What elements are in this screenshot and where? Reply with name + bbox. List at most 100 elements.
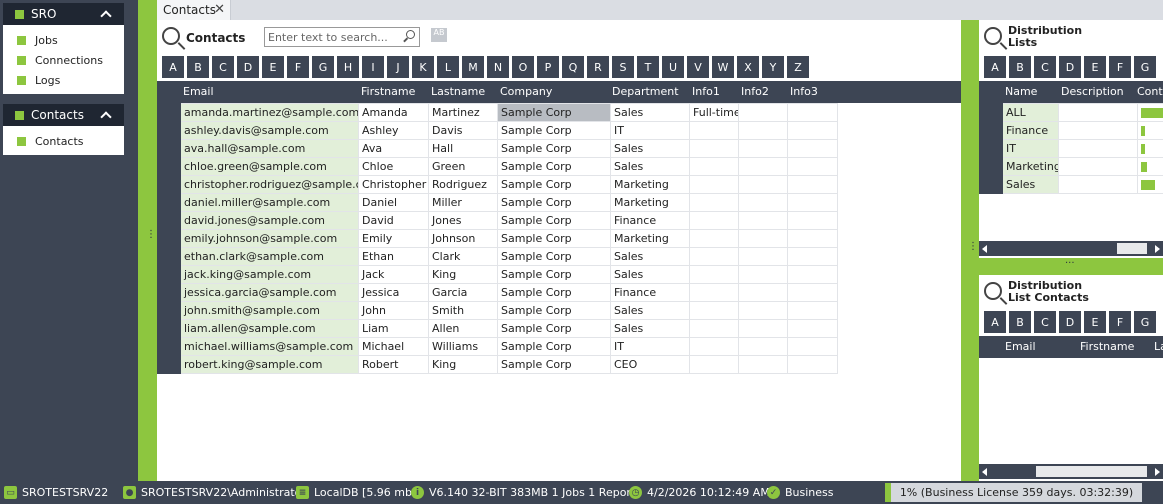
cell-firstname[interactable]: Emily (358, 229, 429, 248)
cell-email[interactable]: amanda.martinez@sample.com (180, 103, 359, 122)
cell-name[interactable]: ALL (1002, 103, 1059, 122)
right-horizontal-splitter[interactable]: ··· (979, 258, 1163, 275)
horizontal-scrollbar[interactable] (979, 241, 1163, 256)
letter-filter-d[interactable]: D (1059, 56, 1081, 78)
scroll-right-icon[interactable] (1155, 245, 1160, 253)
nav-item-jobs[interactable]: Jobs (3, 30, 124, 50)
letter-filter-f[interactable]: F (1109, 56, 1131, 78)
scrollbar-thumb[interactable] (1117, 243, 1147, 254)
cell-info2[interactable] (738, 247, 788, 266)
cell-info1[interactable] (689, 247, 739, 266)
cell-lastname[interactable]: Green (428, 157, 498, 176)
cell-name[interactable]: Finance (1002, 121, 1059, 140)
cell-lastname[interactable]: Hall (428, 139, 498, 158)
cell-department[interactable]: CEO (610, 355, 690, 374)
cell-info1[interactable] (689, 139, 739, 158)
cell-lastname[interactable]: Martinez (428, 103, 498, 122)
cell-department[interactable]: Finance (610, 211, 690, 230)
cell-firstname[interactable]: Daniel (358, 193, 429, 212)
cell-department[interactable]: Finance (610, 283, 690, 302)
column-header-description[interactable]: Description (1061, 85, 1124, 98)
cell-info1[interactable]: Full-time (689, 103, 739, 122)
horizontal-scrollbar[interactable] (979, 464, 1163, 479)
cell-department[interactable]: Sales (610, 157, 690, 176)
scroll-left-icon[interactable] (982, 468, 987, 476)
column-header-lastname[interactable]: La (1154, 340, 1163, 353)
table-row[interactable]: liam.allen@sample.com Liam Allen Sample Cor… (157, 319, 838, 338)
table-row[interactable]: ethan.clark@sample.com Ethan Clark Sample C… (157, 247, 838, 266)
table-row[interactable]: ava.hall@sample.com Ava Hall Sample Corp Sal… (157, 139, 838, 158)
letter-filter-c[interactable]: C (1034, 311, 1056, 333)
cell-firstname[interactable]: Ethan (358, 247, 429, 266)
row-header[interactable] (157, 193, 181, 212)
cell-lastname[interactable]: Jones (428, 211, 498, 230)
cell-department[interactable]: Sales (610, 319, 690, 338)
cell-description[interactable] (1058, 103, 1138, 122)
cell-department[interactable]: Sales (610, 301, 690, 320)
cell-firstname[interactable]: Ashley (358, 121, 429, 140)
cell-firstname[interactable]: Jessica (358, 283, 429, 302)
column-header-lastname[interactable]: Lastname (431, 85, 485, 98)
cell-company[interactable]: Sample Corp (497, 301, 611, 320)
close-icon[interactable]: ✕ (214, 2, 225, 17)
letter-filter-z[interactable]: Z (787, 56, 809, 78)
cell-info1[interactable] (689, 337, 739, 356)
cell-email[interactable]: christopher.rodriguez@sample.com (180, 175, 359, 194)
letter-filter-j[interactable]: J (387, 56, 409, 78)
row-header[interactable] (157, 319, 181, 338)
row-header[interactable] (979, 157, 1003, 176)
table-row[interactable]: Finance (979, 121, 1163, 140)
table-row[interactable]: amanda.martinez@sample.com Amanda Martinez… (157, 103, 838, 122)
cell-department[interactable]: IT (610, 337, 690, 356)
letter-filter-f[interactable]: F (287, 56, 309, 78)
letter-filter-c[interactable]: C (212, 56, 234, 78)
cell-info1[interactable] (689, 265, 739, 284)
table-row[interactable]: ALL (979, 103, 1163, 122)
column-header-firstname[interactable]: Firstname (361, 85, 415, 98)
cell-name[interactable]: Marketing (1002, 157, 1059, 176)
column-header-firstname[interactable]: Firstname (1080, 340, 1134, 353)
cell-company[interactable]: Sample Corp (497, 211, 611, 230)
cell-firstname[interactable]: Jack (358, 265, 429, 284)
cell-email[interactable]: david.jones@sample.com (180, 211, 359, 230)
cell-lastname[interactable]: King (428, 265, 498, 284)
cell-info1[interactable] (689, 355, 739, 374)
table-row[interactable]: daniel.miller@sample.com Daniel Miller Samp… (157, 193, 838, 212)
cell-info3[interactable] (787, 355, 838, 374)
column-header-info3[interactable]: Info3 (790, 85, 818, 98)
cell-name[interactable]: Sales (1002, 175, 1059, 194)
cell-info2[interactable] (738, 301, 788, 320)
cell-description[interactable] (1058, 157, 1138, 176)
chevron-up-icon[interactable] (100, 111, 112, 123)
cell-info2[interactable] (738, 337, 788, 356)
table-row[interactable]: Sales (979, 175, 1163, 194)
letter-filter-e[interactable]: E (262, 56, 284, 78)
row-header[interactable] (157, 355, 181, 374)
cell-company[interactable]: Sample Corp (497, 121, 611, 140)
letter-filter-u[interactable]: U (662, 56, 684, 78)
cell-department[interactable]: Sales (610, 247, 690, 266)
table-row[interactable]: chloe.green@sample.com Chloe Green Sample C… (157, 157, 838, 176)
row-header[interactable] (157, 211, 181, 230)
letter-filter-g[interactable]: G (1134, 56, 1156, 78)
cell-info3[interactable] (787, 139, 838, 158)
nav-item-connections[interactable]: Connections (3, 50, 124, 70)
letter-filter-g[interactable]: G (312, 56, 334, 78)
cell-info2[interactable] (738, 121, 788, 140)
cell-email[interactable]: chloe.green@sample.com (180, 157, 359, 176)
letter-filter-e[interactable]: E (1084, 311, 1106, 333)
cell-company[interactable]: Sample Corp (497, 319, 611, 338)
cell-company[interactable]: Sample Corp (497, 193, 611, 212)
cell-info2[interactable] (738, 211, 788, 230)
letter-filter-c[interactable]: C (1034, 56, 1056, 78)
row-header[interactable] (979, 121, 1003, 140)
row-header[interactable] (157, 337, 181, 356)
cell-info2[interactable] (738, 175, 788, 194)
nav-item-logs[interactable]: Logs (3, 70, 124, 90)
cell-lastname[interactable]: Allen (428, 319, 498, 338)
cell-firstname[interactable]: Liam (358, 319, 429, 338)
cell-description[interactable] (1058, 139, 1138, 158)
cell-info3[interactable] (787, 247, 838, 266)
cell-department[interactable]: Sales (610, 103, 690, 122)
cell-company[interactable]: Sample Corp (497, 283, 611, 302)
